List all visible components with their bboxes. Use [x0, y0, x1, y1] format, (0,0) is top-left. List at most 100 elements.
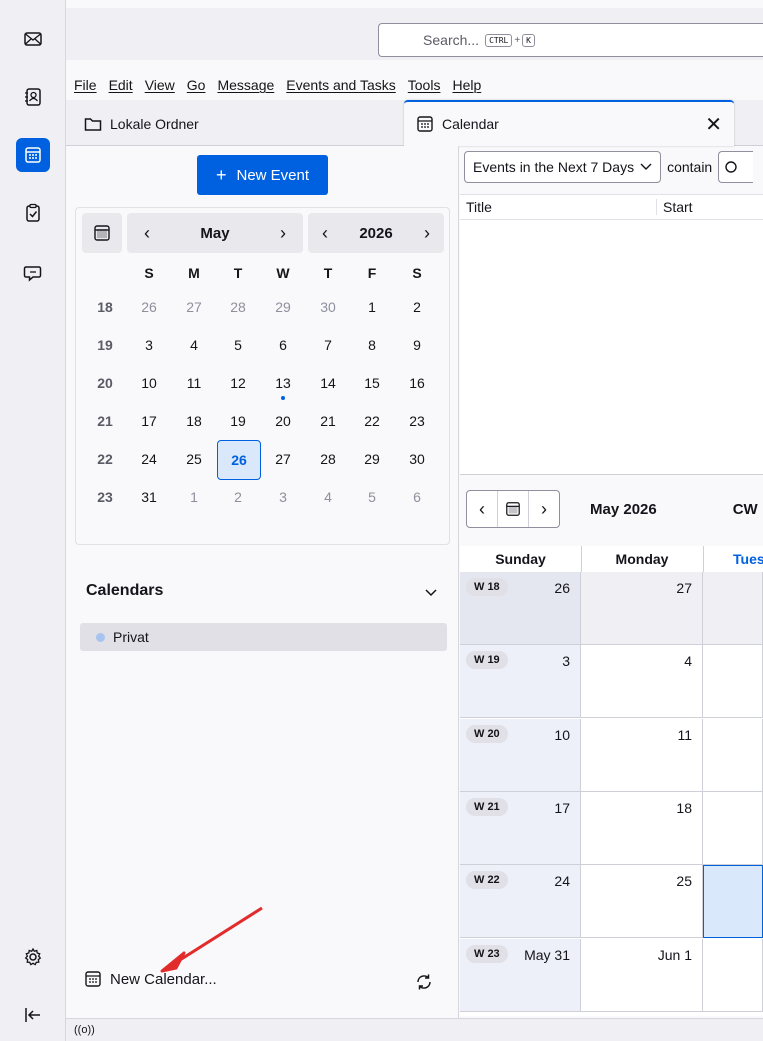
- close-tab-icon[interactable]: ✕: [705, 112, 722, 137]
- mini-day[interactable]: 6: [396, 478, 438, 516]
- global-search-box[interactable]: Search... CTRL + K: [378, 23, 763, 57]
- menu-help[interactable]: Help: [452, 77, 481, 93]
- chevron-down-icon[interactable]: [424, 585, 438, 601]
- mini-day[interactable]: 4: [307, 478, 349, 516]
- month-day-cell[interactable]: W 19 3: [460, 645, 581, 719]
- month-day-today[interactable]: [703, 865, 763, 939]
- col-start[interactable]: Start: [657, 199, 693, 215]
- mini-day[interactable]: 28: [307, 440, 349, 478]
- address-book-icon[interactable]: [16, 80, 50, 114]
- month-day-cell[interactable]: [703, 791, 763, 865]
- next-month-icon[interactable]: ›: [263, 223, 303, 244]
- week-badge[interactable]: W 22: [466, 871, 508, 890]
- mini-day[interactable]: 20: [262, 402, 304, 440]
- week-badge[interactable]: W 21: [466, 797, 508, 816]
- mini-day[interactable]: 25: [173, 440, 215, 478]
- mini-day[interactable]: 16: [396, 364, 438, 402]
- next-period-icon[interactable]: ›: [529, 491, 559, 527]
- today-view-icon[interactable]: [498, 491, 529, 527]
- mini-day[interactable]: 10: [128, 364, 170, 402]
- month-day-cell[interactable]: 18: [581, 791, 703, 865]
- mini-day[interactable]: 27: [262, 440, 304, 478]
- mini-day[interactable]: 5: [351, 478, 393, 516]
- chat-icon[interactable]: [16, 256, 50, 290]
- menu-message[interactable]: Message: [217, 77, 274, 93]
- mini-day[interactable]: 2: [217, 478, 259, 516]
- mini-day[interactable]: 11: [173, 364, 215, 402]
- month-day-cell[interactable]: 11: [581, 718, 703, 792]
- mini-day[interactable]: 31: [128, 478, 170, 516]
- month-day-cell[interactable]: 27: [581, 572, 703, 645]
- mini-day[interactable]: 26: [128, 288, 170, 326]
- collapse-spaces-icon[interactable]: [16, 998, 50, 1032]
- menu-edit[interactable]: Edit: [109, 77, 133, 93]
- mini-day[interactable]: 29: [262, 288, 304, 326]
- menu-events-and-tasks[interactable]: Events and Tasks: [286, 77, 395, 93]
- month-day-cell[interactable]: Jun 1: [581, 938, 703, 1012]
- mini-day[interactable]: 23: [396, 402, 438, 440]
- month-day-cell[interactable]: W 18 26: [460, 572, 581, 645]
- mini-day[interactable]: 1: [173, 478, 215, 516]
- mini-day[interactable]: 1: [351, 288, 393, 326]
- mini-day[interactable]: 15: [351, 364, 393, 402]
- filter-search-input[interactable]: [718, 151, 754, 183]
- month-day-cell[interactable]: W 23 May 31: [460, 938, 581, 1012]
- mini-day[interactable]: 12: [217, 364, 259, 402]
- prev-month-icon[interactable]: ‹: [127, 223, 167, 244]
- mini-day[interactable]: 29: [351, 440, 393, 478]
- mini-day[interactable]: 8: [351, 326, 393, 364]
- month-day-cell[interactable]: [703, 938, 763, 1012]
- month-day-cell[interactable]: 25: [581, 865, 703, 939]
- mini-day[interactable]: 9: [396, 326, 438, 364]
- mini-day[interactable]: 3: [128, 326, 170, 364]
- week-badge[interactable]: W 19: [466, 651, 508, 670]
- week-badge[interactable]: W 20: [466, 724, 508, 743]
- menu-file[interactable]: File: [74, 77, 97, 93]
- mini-day[interactable]: 14: [307, 364, 349, 402]
- tasks-icon[interactable]: [16, 196, 50, 230]
- mail-icon[interactable]: [16, 22, 50, 56]
- new-event-button[interactable]: + New Event: [197, 155, 328, 195]
- mini-day[interactable]: 5: [217, 326, 259, 364]
- event-filter-select[interactable]: Events in the Next 7 Days: [464, 151, 662, 183]
- mini-day[interactable]: 17: [128, 402, 170, 440]
- week-badge[interactable]: W 18: [466, 578, 508, 596]
- month-day-cell[interactable]: 4: [581, 645, 703, 719]
- mini-month-label[interactable]: May: [167, 225, 263, 242]
- mini-day[interactable]: 30: [396, 440, 438, 478]
- mini-day[interactable]: 27: [173, 288, 215, 326]
- sync-icon[interactable]: [414, 972, 434, 995]
- mini-day[interactable]: 30: [307, 288, 349, 326]
- next-year-icon[interactable]: ›: [410, 223, 444, 244]
- mini-day[interactable]: 3: [262, 478, 304, 516]
- mini-day[interactable]: 2: [396, 288, 438, 326]
- calendar-icon[interactable]: [16, 138, 50, 172]
- mini-day[interactable]: 28: [217, 288, 259, 326]
- mini-day[interactable]: 4: [173, 326, 215, 364]
- online-status-icon[interactable]: ((o)): [74, 1024, 95, 1036]
- col-title[interactable]: Title: [460, 199, 657, 215]
- month-day-cell[interactable]: W 20 10: [460, 718, 581, 792]
- week-badge[interactable]: W 23: [466, 944, 508, 963]
- mini-day-today[interactable]: 26: [217, 440, 261, 480]
- menu-view[interactable]: View: [145, 77, 175, 93]
- month-day-cell[interactable]: W 22 24: [460, 865, 581, 939]
- mini-day[interactable]: 24: [128, 440, 170, 478]
- month-day-cell[interactable]: W 21 17: [460, 791, 581, 865]
- mini-day[interactable]: 18: [173, 402, 215, 440]
- tab-calendar[interactable]: Calendar ✕: [404, 100, 734, 146]
- month-day-cell[interactable]: [703, 645, 763, 719]
- mini-day[interactable]: 19: [217, 402, 259, 440]
- month-day-cell[interactable]: [703, 718, 763, 792]
- prev-period-icon[interactable]: ‹: [467, 491, 498, 527]
- prev-year-icon[interactable]: ‹: [308, 223, 342, 244]
- month-day-cell[interactable]: [703, 572, 763, 645]
- mini-day[interactable]: 13: [262, 364, 304, 402]
- menu-go[interactable]: Go: [187, 77, 206, 93]
- settings-gear-icon[interactable]: [16, 940, 50, 974]
- today-button[interactable]: [82, 213, 122, 253]
- calendar-item-privat[interactable]: Privat: [80, 623, 447, 651]
- mini-year-label[interactable]: 2026: [342, 225, 410, 242]
- mini-day[interactable]: 6: [262, 326, 304, 364]
- tab-lokale-ordner[interactable]: Lokale Ordner: [68, 104, 398, 144]
